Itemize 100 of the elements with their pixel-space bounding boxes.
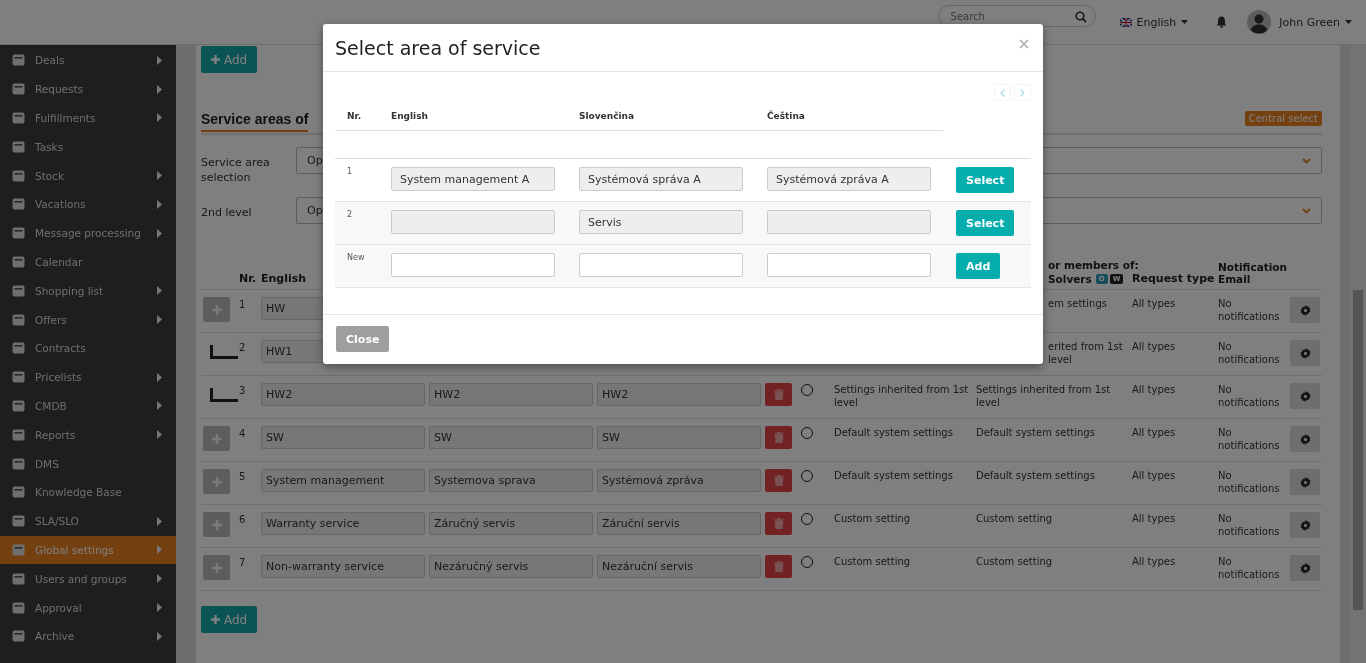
text-field[interactable]: Systémová zpráva [597,469,761,492]
text-field[interactable]: Nezáručný servis [429,555,593,578]
delete-button[interactable] [765,555,792,578]
settings-button[interactable] [1290,512,1320,538]
table-cell-text: Custom setting [976,512,1054,525]
square-icon [12,399,25,412]
text-field[interactable]: Systémová zpráva A [767,167,931,191]
table-cell-text: Custom setting [976,555,1054,568]
add-child-button[interactable] [203,469,230,494]
sidebar-item[interactable]: Contracts [0,333,176,363]
text-field[interactable]: HW2 [261,383,425,406]
bell-icon[interactable] [1216,16,1228,28]
sidebar-item[interactable]: Message processing [0,218,176,248]
text-field[interactable]: Záručný servis [429,512,593,535]
settings-button[interactable] [1290,383,1320,409]
caret-icon [1345,20,1352,24]
column-header: Request type [1132,272,1216,285]
add-child-button[interactable] [203,297,230,322]
text-field[interactable]: Warranty service [261,512,425,535]
settings-button[interactable] [1290,555,1320,581]
add-button[interactable]: Add [201,606,258,633]
square-icon [12,54,25,67]
sidebar-item[interactable]: Stock [0,161,176,190]
settings-button[interactable] [1290,426,1320,452]
sidebar-item[interactable]: Vacations [0,190,176,219]
sidebar-item[interactable]: Pricelists [0,362,176,392]
language-dropdown[interactable]: English [1119,15,1189,29]
delete-button[interactable] [765,426,792,449]
gear-icon [1299,390,1311,402]
add-button[interactable]: Add [956,253,1001,279]
table-cell-text: Custom setting [834,512,912,525]
sidebar-item[interactable]: Reports [0,420,176,450]
chevron-down-icon [1302,207,1311,214]
search-field[interactable]: Search [937,5,1096,27]
sidebar-item[interactable]: Shopping list [0,276,176,306]
plus-icon [211,615,220,624]
sidebar-item[interactable]: SLA/SLO [0,506,176,536]
text-field[interactable] [767,210,931,234]
text-field[interactable]: System management [261,469,425,492]
square-icon [12,169,25,182]
square-icon [12,198,25,211]
text-field[interactable]: HW2 [597,383,761,406]
search-icon [1074,11,1087,23]
sidebar-item[interactable]: Archive [0,621,176,651]
chevron-right-icon [1020,88,1025,97]
square-icon [12,140,25,153]
scrollbar[interactable] [1350,45,1366,663]
settings-button[interactable] [1290,469,1320,495]
settings-button[interactable] [1290,297,1320,323]
select-button[interactable]: Select [956,210,1015,236]
add-child-button[interactable] [203,555,230,580]
sidebar-item[interactable]: Offers [0,305,176,334]
sidebar-item[interactable]: Requests [0,74,176,104]
add-child-button[interactable] [203,426,230,451]
sidebar-item[interactable]: DMS [0,449,176,478]
add-child-button[interactable] [203,512,230,537]
text-field[interactable]: System management A [391,167,555,191]
square-icon [12,255,25,268]
text-field[interactable]: SW [261,426,425,449]
sidebar-item[interactable]: Tasks [0,132,176,162]
chevron-left-icon [1000,88,1005,97]
text-field[interactable]: SW [597,426,761,449]
text-field[interactable]: Servis [579,210,743,234]
user-menu[interactable]: John Green [1279,15,1352,29]
text-field[interactable]: Nezáruční servis [597,555,761,578]
central-select-button[interactable]: Central select [1244,111,1322,126]
field-label: 2nd level [201,205,253,220]
sidebar-item[interactable]: Users and groups [0,564,176,594]
text-field[interactable]: Záruční servis [597,512,761,535]
gear-icon [1299,519,1311,531]
settings-button[interactable] [1290,340,1320,366]
sidebar-item[interactable]: Approval [0,593,176,622]
sidebar-item[interactable]: Fulfillments [0,103,176,133]
text-field[interactable]: HW2 [429,383,593,406]
sidebar-item[interactable]: Calendar [0,247,176,277]
text-field[interactable]: Systemova sprava [429,469,593,492]
select-button[interactable]: Select [956,167,1015,193]
corner-icon [210,345,238,359]
row-number: 6 [239,513,247,525]
sidebar-item[interactable]: Knowledge Base [0,477,176,507]
input-field[interactable] [579,253,743,277]
text-field[interactable]: SW [429,426,593,449]
delete-button[interactable] [765,512,792,535]
plus-icon [211,476,222,487]
sidebar-item[interactable]: Global settings [0,535,176,565]
text-field[interactable]: Non-warranty service [261,555,425,578]
table-cell-text: All types [1132,469,1177,482]
text-field[interactable] [391,210,555,234]
input-field[interactable] [391,253,555,277]
sidebar-item[interactable]: CMDB [0,391,176,421]
sidebar-item[interactable]: Deals [0,46,176,75]
close-icon[interactable] [1019,39,1029,49]
add-button[interactable]: Add [201,46,258,73]
row-number: 4 [239,427,247,439]
row-number: 2 [346,210,354,219]
delete-button[interactable] [765,469,792,492]
text-field[interactable]: Systémová správa A [579,167,743,191]
avatar-icon[interactable] [1247,10,1272,34]
delete-button[interactable] [765,383,792,406]
input-field[interactable] [767,253,931,277]
